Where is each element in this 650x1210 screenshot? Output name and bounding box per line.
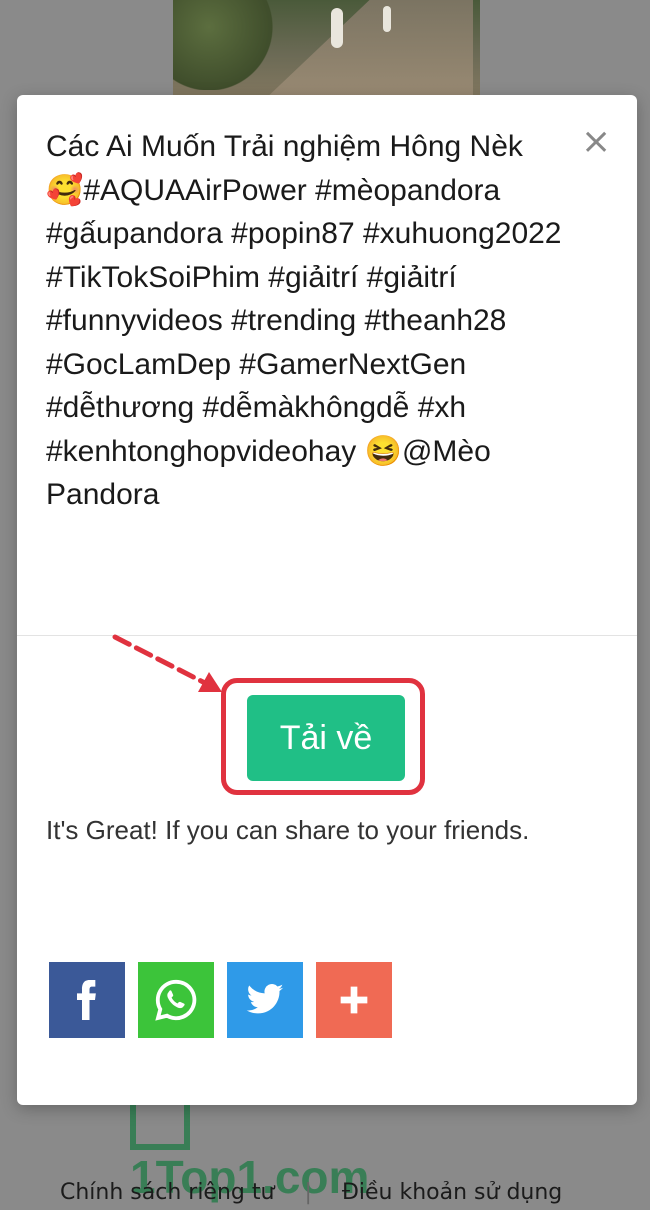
footer-separator: | — [304, 1180, 312, 1205]
plus-icon — [340, 986, 368, 1014]
whatsapp-icon — [155, 979, 197, 1021]
close-icon[interactable]: × — [581, 124, 611, 160]
footer-link-privacy[interactable]: Chính sách riêng tư — [60, 1180, 274, 1210]
share-prompt: It's Great! If you can share to your fri… — [46, 815, 530, 845]
share-facebook-button[interactable] — [49, 962, 125, 1038]
logo-mark-icon — [130, 1101, 190, 1150]
share-whatsapp-button[interactable] — [138, 962, 214, 1038]
download-button[interactable]: Tải về — [247, 695, 405, 781]
footer-link-terms[interactable]: Điều khoản sử dụng — [342, 1180, 562, 1210]
video-caption: Các Ai Muốn Trải nghiệm Hông Nèk 🥰#AQUAA… — [46, 130, 562, 511]
thumbnail-trees — [173, 0, 293, 90]
share-twitter-button[interactable] — [227, 962, 303, 1038]
share-more-button[interactable] — [316, 962, 392, 1038]
twitter-icon — [246, 984, 284, 1014]
modal-divider — [17, 635, 637, 636]
footer-links: Chính sách riêng tư | Điều khoản sử dụng — [60, 1180, 620, 1210]
share-buttons — [49, 962, 392, 1038]
download-modal: Các Ai Muốn Trải nghiệm Hông Nèk 🥰#AQUAA… — [17, 95, 637, 1105]
thumbnail-rider — [331, 8, 343, 48]
facebook-icon — [77, 980, 96, 1020]
thumbnail-rider — [383, 6, 391, 32]
